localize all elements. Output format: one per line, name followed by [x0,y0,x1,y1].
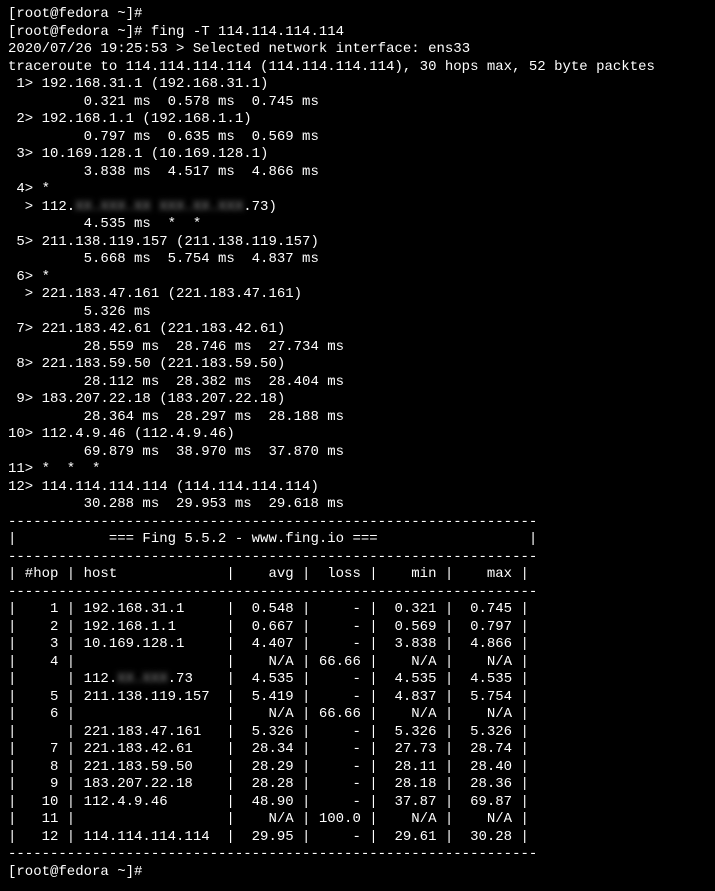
table-rule: ----------------------------------------… [8,514,537,530]
hop-list: 1> 192.168.31.1 (192.168.31.1) 0.321 ms … [8,76,344,512]
prompt-line: [root@fedora ~]# [8,864,142,880]
table-title: | === Fing 5.5.2 - www.fing.io === | [8,531,537,547]
table-rule: ----------------------------------------… [8,584,537,600]
command: fing -T 114.114.114.114 [151,24,344,40]
table-rule: ----------------------------------------… [8,549,537,565]
table-rule: ----------------------------------------… [8,846,537,862]
table-body: | 1 | 192.168.31.1 | 0.548 | - | 0.321 |… [8,601,529,845]
prompt-line: [root@fedora ~]# fing -T 114.114.114.114 [8,24,344,40]
terminal[interactable]: [root@fedora ~]# [root@fedora ~]# fing -… [0,0,715,891]
table-head: | #hop | host | avg | loss | min | max | [8,566,529,582]
prompt-line: [root@fedora ~]# [8,6,142,22]
header-iface: 2020/07/26 19:25:53 > Selected network i… [8,41,470,57]
header-trace: traceroute to 114.114.114.114 (114.114.1… [8,59,655,75]
